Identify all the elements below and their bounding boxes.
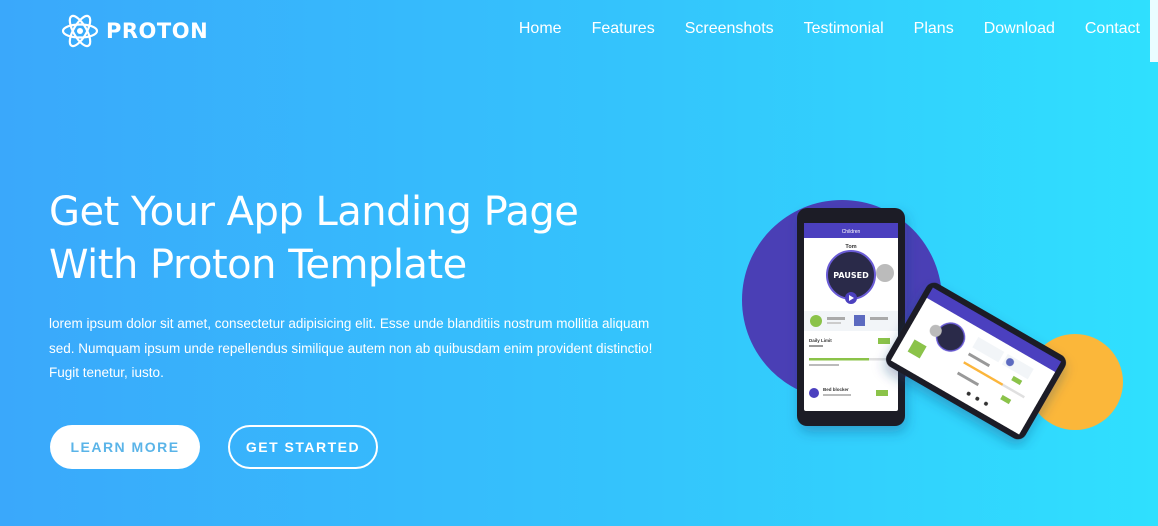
hero-title: Get Your App Landing Page With Proton Te… [49,186,689,292]
hero-description-line: sed. Numquam ipsum unde repellendus simi… [49,340,653,356]
hero-title-line: With Proton Template [49,242,467,288]
nav-screenshots[interactable]: Screenshots [685,20,774,38]
get-started-button[interactable]: GET STARTED [228,425,378,469]
nav-contact[interactable]: Contact [1085,20,1140,38]
site-header: PROTON Home Features Screenshots Testimo… [0,0,1158,62]
app-bed-blocker-label: Bed blocker [823,387,849,392]
brand-logo[interactable]: PROTON [60,13,208,49]
app-header-text: Children [842,229,861,235]
hero-description-line: lorem ipsum dolor sit amet, consectetur … [49,316,650,331]
hero-title-line: Get Your App Landing Page [49,189,579,235]
phone-upright: Children Tom PAUSED Daily Limit Bed bloc… [797,208,905,426]
hero-description-line: Fugit tenetur, iusto. [49,365,164,380]
phone-illustration: Children Tom PAUSED Daily Limit Bed bloc… [742,200,1123,440]
window-edge [1150,0,1158,62]
app-child-name: Tom [845,244,856,250]
atom-logo-icon [61,14,99,48]
hero-description: lorem ipsum dolor sit amet, consectetur … [49,312,689,386]
nav-plans[interactable]: Plans [914,20,954,38]
nav-download[interactable]: Download [984,20,1055,38]
main-nav: Home Features Screenshots Testimonial Pl… [489,20,1140,38]
nav-features[interactable]: Features [592,20,655,38]
learn-more-button[interactable]: LEARN MORE [50,425,200,469]
nav-testimonial[interactable]: Testimonial [804,20,884,38]
nav-home[interactable]: Home [519,20,562,38]
app-status-text: PAUSED [833,271,869,280]
app-daily-limit-label: Daily Limit [809,338,832,343]
brand-name: PROTON [106,19,209,43]
